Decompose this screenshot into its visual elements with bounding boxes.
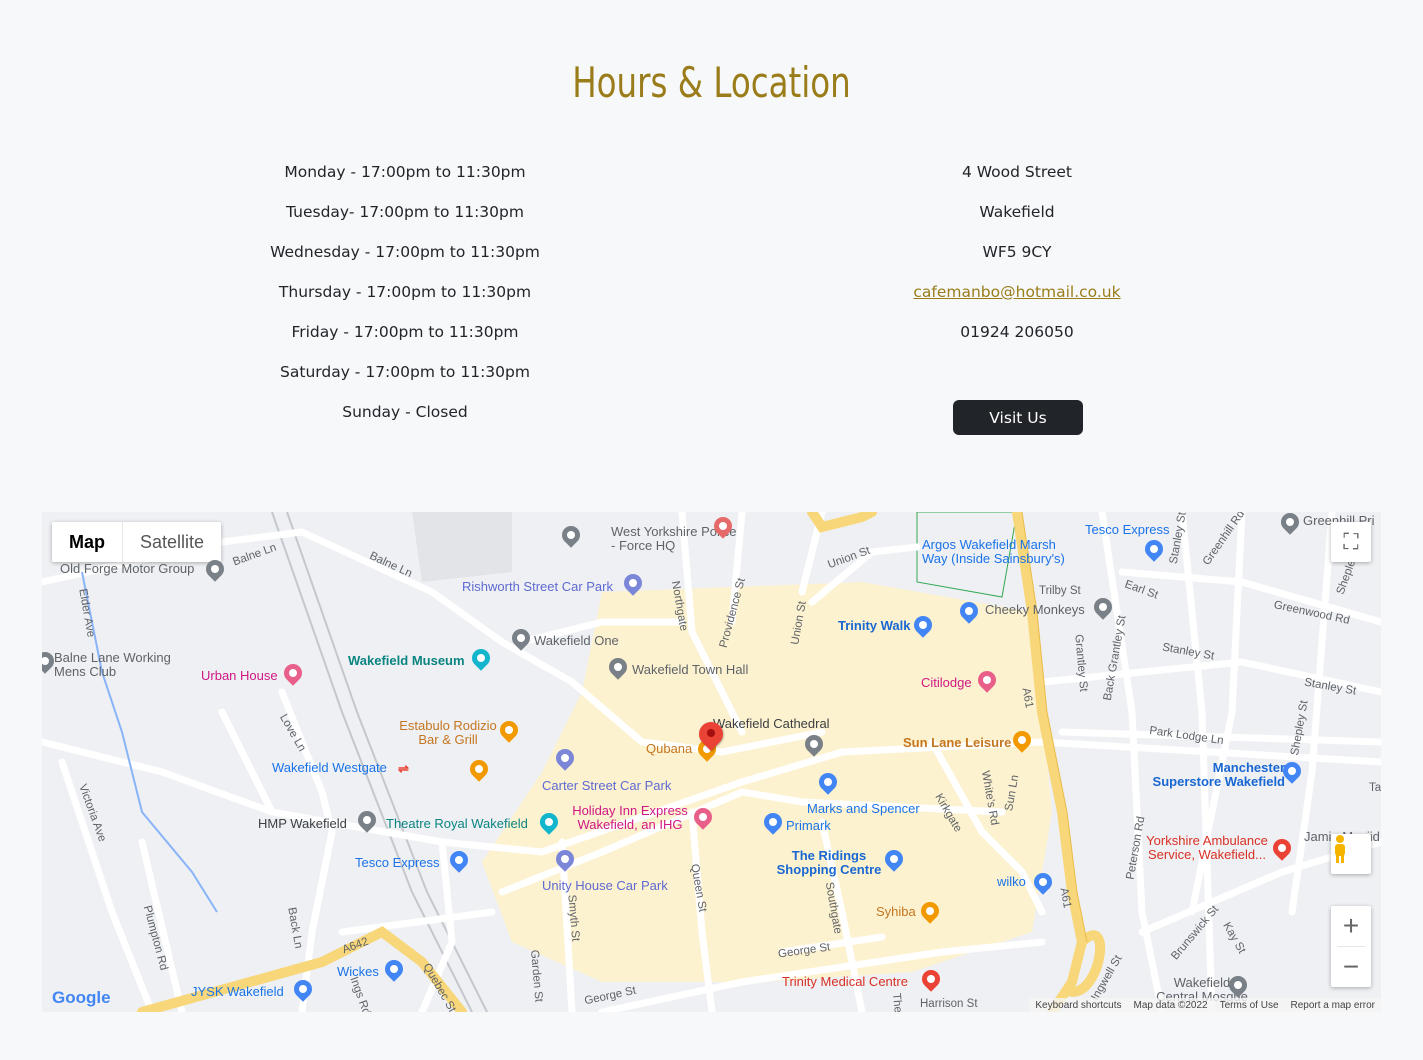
- address-city: Wakefield: [979, 203, 1055, 221]
- address-street: 4 Wood Street: [961, 163, 1073, 181]
- email-link[interactable]: cafemanbo@hotmail.co.uk: [837, 283, 1197, 301]
- location-marker-dot-icon: [707, 729, 715, 737]
- street-trilby-st: Trilby St: [1039, 585, 1081, 597]
- terms-of-use-link[interactable]: Terms of Use: [1220, 1000, 1279, 1011]
- place-old-forge[interactable]: Old Forge Motor Group: [60, 562, 194, 576]
- hours-tuesday: Tuesday- 17:00pm to 11:30pm: [286, 203, 524, 221]
- report-map-error-link[interactable]: Report a map error: [1291, 1000, 1375, 1011]
- hours-thursday: Thursday - 17:00pm to 11:30pm: [278, 283, 532, 301]
- map-type-satellite-button[interactable]: Satellite: [123, 522, 221, 562]
- map-data-text: Map data ©2022: [1133, 999, 1208, 1011]
- fullscreen-button[interactable]: ⛶: [1331, 522, 1371, 562]
- place-primark[interactable]: Primark: [786, 819, 831, 833]
- place-wakefield-westgate[interactable]: Wakefield Westgate: [272, 761, 387, 775]
- zoom-control: + −: [1331, 906, 1371, 987]
- pegman-icon[interactable]: [1331, 834, 1371, 874]
- place-citilodge[interactable]: Citilodge: [921, 676, 972, 690]
- map-footer: Keyboard shortcuts Map data ©2022 Terms …: [1029, 998, 1381, 1012]
- place-estabulo[interactable]: Estabulo Rodizio Bar & Grill: [393, 719, 503, 747]
- street-harrison-st: Harrison St: [920, 998, 978, 1010]
- zoom-in-button[interactable]: +: [1331, 906, 1371, 946]
- hours-friday: Friday - 17:00pm to 11:30pm: [291, 323, 519, 341]
- map-type-control: Map Satellite: [52, 522, 222, 562]
- street-view-person-icon: [1335, 835, 1345, 863]
- place-marks-spencer[interactable]: Marks and Spencer: [807, 802, 920, 816]
- zoom-out-button[interactable]: −: [1331, 947, 1371, 987]
- train-station-icon: ⇌: [398, 761, 409, 776]
- place-wilko[interactable]: wilko: [997, 875, 1026, 889]
- hours-location-title: Hours & Location: [572, 58, 851, 107]
- place-cheeky-monkeys[interactable]: Cheeky Monkeys: [985, 603, 1085, 617]
- place-tesco-express-ne[interactable]: Tesco Express: [1085, 523, 1170, 537]
- place-jysk[interactable]: JYSK Wakefield: [191, 985, 284, 999]
- place-urban-house[interactable]: Urban House: [201, 669, 278, 683]
- place-balne-lane-club[interactable]: Balne Lane Working Mens Club: [54, 651, 194, 679]
- place-carter-street[interactable]: Carter Street Car Park: [542, 779, 671, 793]
- hours-saturday: Saturday - 17:00pm to 11:30pm: [280, 363, 530, 381]
- google-map[interactable]: Map Satellite West Yorkshire Police - Fo…: [42, 512, 1381, 1012]
- keyboard-shortcuts-link[interactable]: Keyboard shortcuts: [1035, 1000, 1121, 1011]
- place-syhiba[interactable]: Syhiba: [876, 905, 916, 919]
- address-postcode: WF5 9CY: [982, 243, 1052, 261]
- place-manchester-superstore[interactable]: Manchester Superstore Wakefield: [1145, 761, 1285, 789]
- phone-number: 01924 206050: [960, 323, 1074, 341]
- place-trinity-medical[interactable]: Trinity Medical Centre: [782, 975, 908, 989]
- place-sun-lane[interactable]: Sun Lane Leisure: [903, 736, 1011, 750]
- hours-wednesday: Wednesday - 17:00pm to 11:30pm: [270, 243, 540, 261]
- google-logo: Google: [52, 988, 111, 1007]
- place-holiday-inn[interactable]: Holiday Inn Express Wakefield, an IHG: [562, 804, 698, 832]
- place-town-hall[interactable]: Wakefield Town Hall: [632, 663, 748, 677]
- place-unity-house[interactable]: Unity House Car Park: [542, 879, 668, 893]
- street-the: The: [890, 992, 904, 1012]
- place-hmp-wakefield[interactable]: HMP Wakefield: [258, 817, 347, 831]
- place-tesco-express-sw[interactable]: Tesco Express: [355, 856, 440, 870]
- place-ridings[interactable]: The Ridings Shopping Centre: [774, 849, 884, 877]
- place-theatre-royal[interactable]: Theatre Royal Wakefield: [386, 817, 528, 831]
- visit-us-button[interactable]: Visit Us: [953, 400, 1083, 435]
- place-wakefield-museum[interactable]: Wakefield Museum: [348, 654, 465, 668]
- hours-monday: Monday - 17:00pm to 11:30pm: [284, 163, 526, 181]
- place-argos[interactable]: Argos Wakefield Marsh Way (Inside Sainsb…: [922, 538, 1082, 566]
- street-ta: Ta: [1369, 782, 1381, 794]
- map-type-map-button[interactable]: Map: [52, 522, 123, 562]
- place-wakefield-cathedral[interactable]: Wakefield Cathedral: [713, 717, 830, 731]
- place-wakefield-one[interactable]: Wakefield One: [534, 634, 619, 648]
- place-yorkshire-ambulance[interactable]: Yorkshire Ambulance Service, Wakefield..…: [1137, 834, 1277, 862]
- place-rishworth[interactable]: Rishworth Street Car Park: [462, 580, 613, 594]
- place-trinity-walk[interactable]: Trinity Walk: [838, 619, 910, 633]
- hours-sunday: Sunday - Closed: [342, 403, 468, 421]
- place-qubana[interactable]: Qubana: [646, 742, 692, 756]
